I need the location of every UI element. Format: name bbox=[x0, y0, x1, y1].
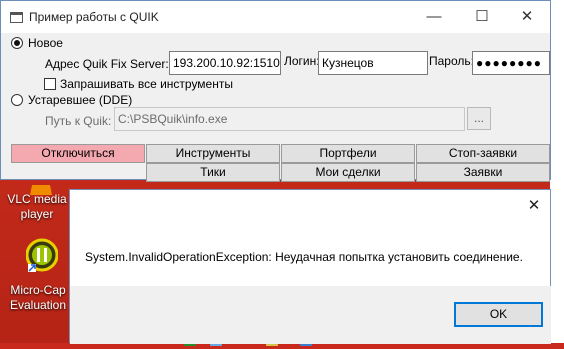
background-window-strip bbox=[550, 0, 564, 343]
password-label: Пароль: bbox=[429, 54, 474, 68]
server-label: Адрес Quik Fix Server: bbox=[45, 57, 169, 71]
request-all-label: Запрашивать все инструменты bbox=[60, 77, 233, 91]
radio-legacy-dde[interactable] bbox=[11, 94, 23, 106]
browse-button[interactable]: ... bbox=[467, 107, 491, 130]
ok-button[interactable]: OK bbox=[454, 302, 543, 327]
desktop-label-vlc-text: VLC media player bbox=[7, 192, 67, 221]
window-title: Пример работы с QUIK bbox=[29, 10, 159, 24]
desktop-label-vlc[interactable]: VLC media player bbox=[6, 192, 68, 222]
radio-new-label: Новое bbox=[28, 36, 63, 50]
quik-example-window: Пример работы с QUIK — ☐ ✕ Новое Адрес Q… bbox=[0, 0, 551, 182]
radio-legacy-label: Устаревшее (DDE) bbox=[28, 93, 133, 107]
disconnect-button[interactable]: Отключиться bbox=[11, 144, 145, 163]
maximize-button[interactable]: ☐ bbox=[459, 1, 505, 33]
ticks-button[interactable]: Тики bbox=[146, 163, 280, 182]
desktop-label-microcap-text: Micro-Cap Evaluation bbox=[9, 283, 67, 312]
password-input[interactable]: ●●●●●●●● bbox=[472, 51, 550, 75]
desktop-label-microcap[interactable]: Micro-Cap Evaluation bbox=[4, 283, 72, 313]
minimize-button[interactable]: — bbox=[411, 1, 457, 33]
stop-orders-button[interactable]: Стоп-заявки bbox=[416, 144, 550, 163]
dialog-close-button[interactable]: ✕ bbox=[522, 194, 546, 218]
quik-path-label: Путь к Quik: bbox=[45, 114, 112, 128]
window-close-button[interactable]: ✕ bbox=[504, 1, 550, 33]
portfolios-button[interactable]: Портфели bbox=[281, 144, 415, 163]
my-trades-button[interactable]: Мои сделки bbox=[281, 163, 415, 182]
quik-path-input[interactable]: C:\PSBQuik\info.exe bbox=[114, 107, 465, 131]
error-dialog: ✕ System.InvalidOperationException: Неуд… bbox=[69, 189, 551, 344]
dialog-message: System.InvalidOperationException: Неудач… bbox=[85, 250, 523, 264]
server-address-input[interactable]: 193.200.10.92:15100 bbox=[169, 51, 281, 75]
login-label: Логин: bbox=[284, 54, 320, 68]
microcap-icon[interactable] bbox=[25, 238, 59, 272]
request-all-checkbox[interactable] bbox=[44, 78, 56, 90]
login-input[interactable]: Кузнецов bbox=[318, 51, 428, 75]
window-titlebar[interactable]: Пример работы с QUIK — ☐ ✕ bbox=[1, 1, 550, 33]
app-window-icon bbox=[10, 12, 23, 23]
radio-new[interactable] bbox=[11, 37, 23, 49]
instruments-button[interactable]: Инструменты bbox=[146, 144, 280, 163]
orders-button[interactable]: Заявки bbox=[416, 163, 550, 182]
